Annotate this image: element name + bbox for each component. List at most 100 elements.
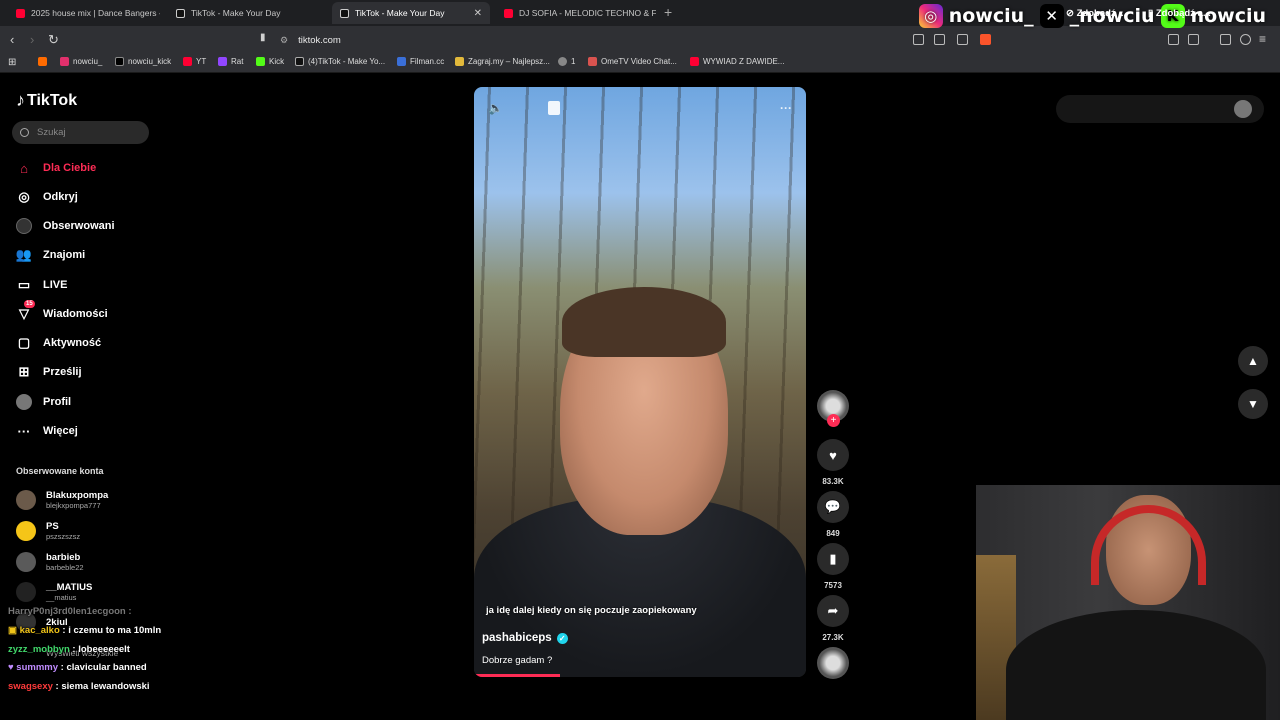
bookmark-item[interactable]: Filman.cc xyxy=(397,57,444,66)
bookmark-item[interactable]: OmeTV Video Chat... xyxy=(588,57,677,66)
logo-text: TikTok xyxy=(27,91,78,109)
tab-dj-sofia[interactable]: DJ SOFIA - MELODIC TECHNO & FUT xyxy=(496,2,656,24)
nav-explore[interactable]: ◎ Odkryj xyxy=(16,189,78,205)
tiktok-icon xyxy=(295,57,304,66)
chat-message: HarryP0nj3rd0len1ecgoon : xyxy=(8,606,132,617)
video-author[interactable]: pashabiceps ✓ xyxy=(482,632,568,644)
user-avatar[interactable] xyxy=(1234,100,1252,118)
get-app-button[interactable]: ▯ Zdobądź a... xyxy=(1148,8,1211,19)
followed-account[interactable]: Blakuxpompa blejkxpompa777 xyxy=(16,490,108,510)
nav-messages[interactable]: ▽ 15 Wiadomości xyxy=(16,300,108,322)
nav-label: Profil xyxy=(43,396,72,408)
chat-user: summmy xyxy=(16,662,58,673)
tab-tiktok-active[interactable]: TikTok - Make Your Day ✕ xyxy=(332,2,490,24)
nav-label: Obserwowani xyxy=(43,220,115,232)
nav-friends[interactable]: 👥 Znajomi xyxy=(16,247,85,263)
cast-icon[interactable] xyxy=(934,34,945,45)
site-info-icon[interactable]: ⚙ xyxy=(280,35,288,46)
nav-live[interactable]: ▭ LIVE xyxy=(16,277,68,293)
nav-upload[interactable]: ⊞ Prześlij xyxy=(16,364,82,380)
followed-account[interactable]: barbieb barbeble22 xyxy=(16,552,84,572)
chat-message: ▣ kac_alko : i czemu to ma 10mln xyxy=(8,625,162,636)
bookmark-label: (4)TikTok - Make Yo... xyxy=(308,57,386,66)
video-progress-bar[interactable] xyxy=(474,674,561,677)
bookmark-item[interactable]: nowciu_ xyxy=(60,57,102,66)
menu-icon[interactable]: ≡ xyxy=(1259,32,1266,46)
comment-icon: 💬 xyxy=(817,491,849,523)
more-options-icon[interactable]: ··· xyxy=(780,101,792,115)
avatar xyxy=(16,521,36,541)
nav-profile[interactable]: Profil xyxy=(16,394,71,410)
music-disc-button[interactable] xyxy=(817,647,849,679)
next-video-button[interactable]: ▼ xyxy=(1238,389,1268,419)
video-player[interactable]: 🔈 ··· ja idę dalej kiedy on się poczuje … xyxy=(474,87,806,677)
vpn-icon[interactable] xyxy=(1240,34,1251,45)
webcam-person-body xyxy=(1006,610,1266,720)
apps-icon[interactable]: ⊞ xyxy=(8,57,16,68)
search-input[interactable]: Szukaj xyxy=(12,121,149,144)
bookmark-icon[interactable]: ▮ xyxy=(260,32,266,43)
new-tab-button[interactable]: + xyxy=(664,4,672,20)
comment-button[interactable]: 💬 849 xyxy=(817,491,849,538)
link-icon xyxy=(558,57,567,66)
chat-user: HarryP0nj3rd0len1ecgoon xyxy=(8,606,126,617)
nav-label: Znajomi xyxy=(43,249,86,261)
video-caption: ja idę dalej kiedy on się poczuje zaopie… xyxy=(486,605,697,616)
tiktok-icon xyxy=(176,8,185,18)
media-icon[interactable] xyxy=(1220,34,1231,45)
forward-icon[interactable]: › xyxy=(30,32,34,47)
bookmark-item[interactable]: YT xyxy=(183,57,206,66)
share-icon[interactable] xyxy=(957,34,968,45)
bookmark-item[interactable] xyxy=(38,57,51,66)
account-name: Blakuxpompa xyxy=(46,490,109,501)
nav-label: Więcej xyxy=(43,425,78,437)
tiktok-logo[interactable]: ♪ TikTok xyxy=(16,90,77,111)
back-icon[interactable]: ‹ xyxy=(10,32,14,47)
chat-user: kac_alko xyxy=(19,625,60,636)
nav-label: Aktywność xyxy=(43,337,102,349)
url-field[interactable]: ⚙ tiktok.com xyxy=(280,31,341,49)
instagram-icon xyxy=(60,57,69,66)
save-button[interactable]: ▮ 7573 xyxy=(817,543,849,590)
like-button[interactable]: ♥ 83.3K xyxy=(817,439,849,486)
bookmark-item[interactable]: nowciu_kick xyxy=(115,57,171,66)
followed-account[interactable]: __MATIUS __matius xyxy=(16,582,92,602)
extensions-icon[interactable] xyxy=(1168,34,1179,45)
bookmark-label: Kick xyxy=(269,57,285,66)
tab-tiktok[interactable]: TikTok - Make Your Day xyxy=(168,2,328,24)
tab-youtube-mix[interactable]: 2025 house mix | Dance Bangers - Yo xyxy=(8,2,160,24)
bookmark-item[interactable]: Rat xyxy=(218,57,243,66)
volume-icon[interactable]: 🔈 xyxy=(488,101,503,115)
sidebar-icon[interactable] xyxy=(1188,34,1199,45)
bookmark-item[interactable]: 1 xyxy=(558,57,575,66)
nav-label: Odkryj xyxy=(43,191,78,203)
nav-for-you[interactable]: ⌂ Dla Ciebie xyxy=(16,160,96,176)
bookmark-item[interactable]: Zagraj.my – Najlepsz... xyxy=(455,57,550,66)
reload-icon[interactable]: ↻ xyxy=(48,32,59,48)
youtube-icon xyxy=(504,8,513,18)
followed-accounts-title: Obserwowane konta xyxy=(16,466,104,476)
bookmark-item[interactable]: Kick xyxy=(256,57,284,66)
zagraj-icon xyxy=(455,57,464,66)
toolbar-icon[interactable] xyxy=(913,34,924,45)
bookmark-item[interactable]: (4)TikTok - Make Yo... xyxy=(295,57,385,66)
nav-following[interactable]: Obserwowani xyxy=(16,218,115,234)
creator-avatar-button[interactable]: + xyxy=(817,390,849,427)
nav-activity[interactable]: ▢ Aktywność xyxy=(16,335,101,351)
nav-more[interactable]: ··· Więcej xyxy=(16,423,78,439)
bookmark-label: Filman.cc xyxy=(410,57,445,66)
share-button[interactable]: ➦ 27.3K xyxy=(817,595,849,642)
get-coins-button[interactable]: ⊘ Zdobądź ... xyxy=(1066,8,1126,19)
save-count: 7573 xyxy=(824,581,842,590)
bookmark-item[interactable]: WYWIAD Z DAWIDE... xyxy=(690,57,784,66)
brave-shield-icon[interactable] xyxy=(980,34,991,45)
follow-plus-icon[interactable]: + xyxy=(827,414,840,427)
nav-label: Dla Ciebie xyxy=(43,162,97,174)
x-icon xyxy=(115,57,124,66)
tab-label: TikTok - Make Your Day xyxy=(191,8,281,18)
bookmark-label: nowciu_ xyxy=(73,57,103,66)
bookmark-label: YT xyxy=(196,57,207,66)
close-tab-icon[interactable]: ✕ xyxy=(474,8,482,19)
followed-account[interactable]: PS pszszszsz xyxy=(16,521,80,541)
previous-video-button[interactable]: ▲ xyxy=(1238,346,1268,376)
